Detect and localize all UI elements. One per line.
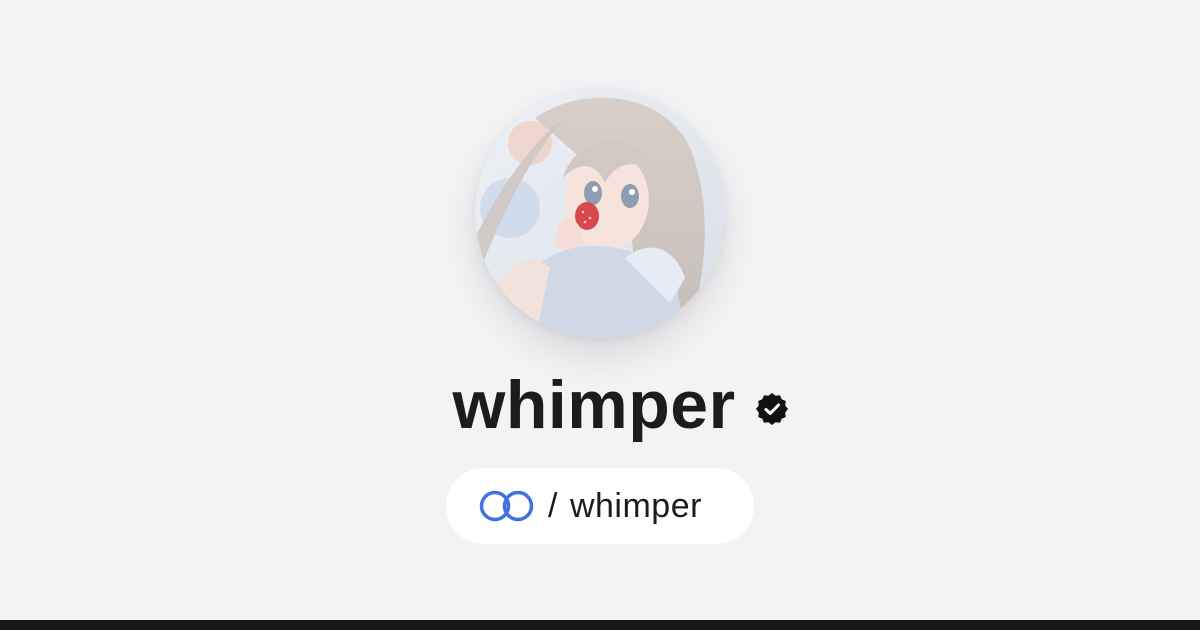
profile-name: whimper <box>452 367 736 443</box>
avatar[interactable] <box>475 88 725 338</box>
handle-prefix: / <box>548 486 558 525</box>
verified-badge-icon <box>755 393 788 425</box>
name-row: whimper <box>0 360 1200 450</box>
handle-username: whimper <box>569 486 702 525</box>
profile-handle-link[interactable]: / whimper <box>446 468 754 544</box>
bottom-bar <box>0 620 1200 630</box>
share-card: whimper / whimper <box>0 0 1200 630</box>
linked-rings-icon <box>478 489 536 523</box>
avatar-image <box>475 88 725 338</box>
